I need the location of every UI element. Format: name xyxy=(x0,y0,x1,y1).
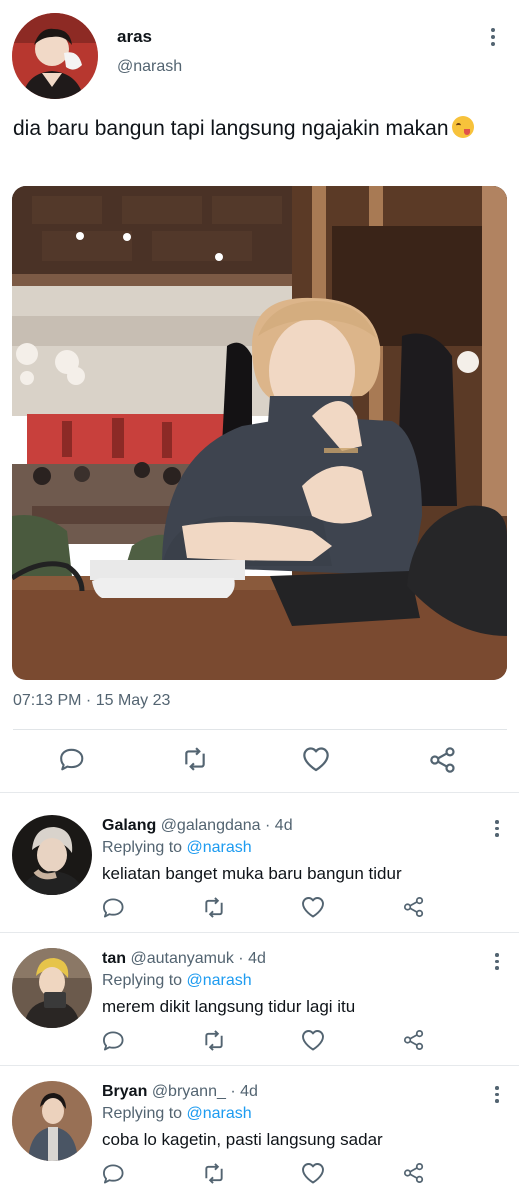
reply-author[interactable]: tan @autanyamuk · 4d xyxy=(102,950,266,968)
reply-author-name[interactable]: tan xyxy=(102,950,126,967)
more-options-icon[interactable] xyxy=(495,1086,499,1103)
reply-avatar-image xyxy=(12,1081,92,1161)
more-options-icon[interactable] xyxy=(495,820,499,837)
replying-to: Replying to @narash xyxy=(102,972,252,990)
reply-item[interactable]: Galang @galangdana · 4d Replying to @nar… xyxy=(0,800,519,932)
main-tweet: aras @narash dia baru bangun tapi langsu… xyxy=(0,0,519,792)
tweet-timestamp[interactable]: 07:13 PM · 15 May 23 xyxy=(13,692,170,710)
more-options-icon[interactable] xyxy=(495,953,499,970)
mention-link[interactable]: @narash xyxy=(187,1105,252,1122)
replying-to-label: Replying to xyxy=(102,972,187,989)
reply-author-handle[interactable]: @galangdana · 4d xyxy=(161,817,293,834)
retweet-icon[interactable] xyxy=(180,746,214,776)
section-separator xyxy=(0,792,519,793)
share-icon[interactable] xyxy=(403,1162,429,1188)
author-name[interactable]: aras xyxy=(117,27,152,47)
like-icon[interactable] xyxy=(301,1029,329,1055)
reply-author-handle[interactable]: @autanyamuk · 4d xyxy=(130,950,265,967)
reply-avatar-image xyxy=(12,815,92,895)
like-icon[interactable] xyxy=(301,896,329,922)
face-savoring-food-emoji xyxy=(451,116,474,138)
tweet-divider xyxy=(13,729,507,730)
tweet-photo[interactable] xyxy=(12,186,507,680)
share-icon[interactable] xyxy=(429,746,461,776)
reply-avatar[interactable] xyxy=(12,948,92,1028)
tweet-text: dia baru bangun tapi langsung ngajakin m… xyxy=(13,114,503,143)
like-icon[interactable] xyxy=(302,746,336,776)
replying-to-label: Replying to xyxy=(102,1105,187,1122)
reply-avatar[interactable] xyxy=(12,815,92,895)
tweet-text-content: dia baru bangun tapi langsung ngajakin m… xyxy=(13,117,449,140)
author-avatar-image xyxy=(12,13,98,99)
mention-link[interactable]: @narash xyxy=(187,972,252,989)
author-avatar[interactable] xyxy=(12,13,98,99)
reply-author-name[interactable]: Galang xyxy=(102,817,156,834)
retweet-icon[interactable] xyxy=(201,1162,229,1188)
share-icon[interactable] xyxy=(403,896,429,922)
author-handle[interactable]: @narash xyxy=(117,58,182,76)
replying-to: Replying to @narash xyxy=(102,1105,252,1123)
reply-author-name[interactable]: Bryan xyxy=(102,1083,147,1100)
reply-author-handle[interactable]: @bryann_ · 4d xyxy=(152,1083,258,1100)
retweet-icon[interactable] xyxy=(201,1029,229,1055)
like-icon[interactable] xyxy=(301,1162,329,1188)
reply-item[interactable]: Bryan @bryann_ · 4d Replying to @narash … xyxy=(0,1066,519,1198)
reply-icon[interactable] xyxy=(102,1029,130,1055)
replying-to-label: Replying to xyxy=(102,839,187,856)
reply-text: merem dikit langsung tidur lagi itu xyxy=(102,997,356,1016)
restaurant-photo xyxy=(12,186,507,680)
retweet-icon[interactable] xyxy=(201,896,229,922)
reply-avatar[interactable] xyxy=(12,1081,92,1161)
more-options-icon[interactable] xyxy=(491,28,495,46)
reply-icon[interactable] xyxy=(102,1162,130,1188)
reply-icon[interactable] xyxy=(59,746,91,776)
replying-to: Replying to @narash xyxy=(102,839,252,857)
mention-link[interactable]: @narash xyxy=(187,839,252,856)
reply-author[interactable]: Bryan @bryann_ · 4d xyxy=(102,1083,258,1101)
reply-text: coba lo kagetin, pasti langsung sadar xyxy=(102,1130,383,1149)
reply-author[interactable]: Galang @galangdana · 4d xyxy=(102,817,293,835)
reply-avatar-image xyxy=(12,948,92,1028)
reply-text: keliatan banget muka baru bangun tidur xyxy=(102,864,402,883)
reply-icon[interactable] xyxy=(102,896,130,922)
reply-item[interactable]: tan @autanyamuk · 4d Replying to @narash… xyxy=(0,933,519,1065)
share-icon[interactable] xyxy=(403,1029,429,1055)
